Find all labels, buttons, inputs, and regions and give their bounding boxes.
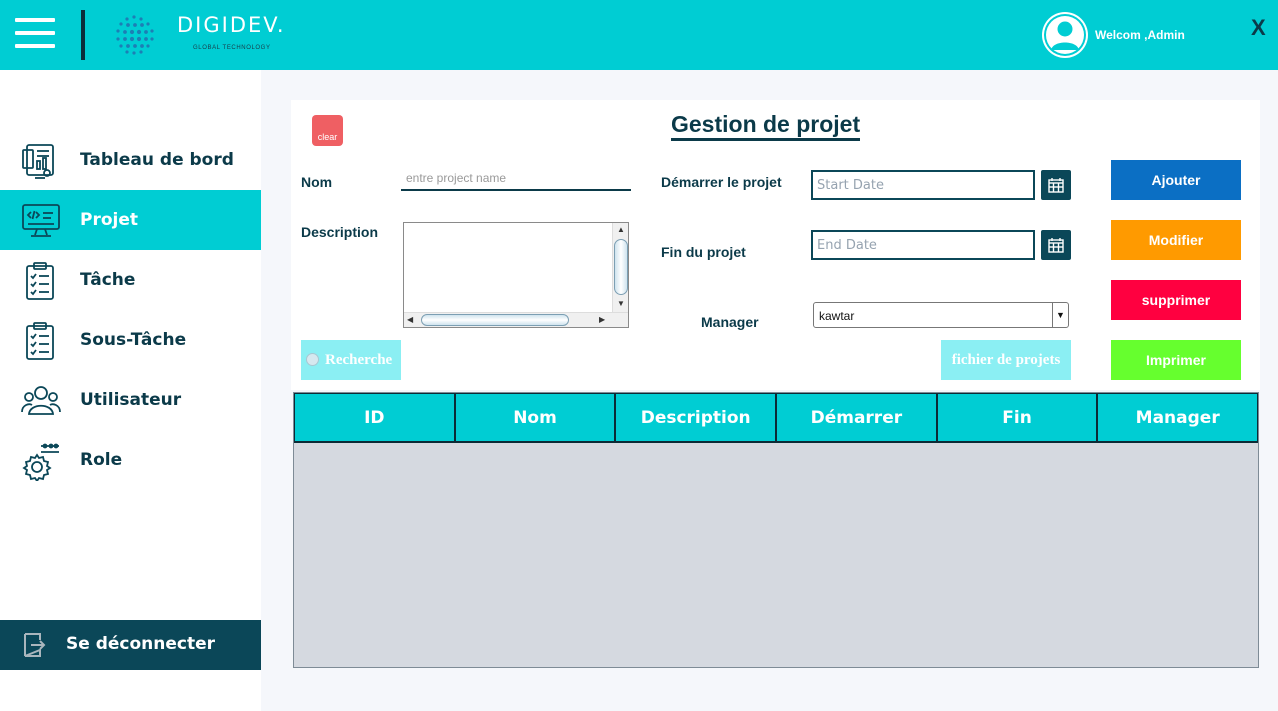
- gear-settings-icon: [22, 443, 59, 481]
- sidebar-item-role[interactable]: Role: [0, 430, 261, 490]
- recherche-label: Recherche: [325, 352, 393, 368]
- imprimer-button[interactable]: Imprimer: [1111, 340, 1241, 380]
- start-calendar-icon[interactable]: [1041, 170, 1071, 200]
- horizontal-scrollbar[interactable]: ◀ ▶: [404, 312, 628, 327]
- logout-icon: [24, 633, 46, 657]
- manager-label: Manager: [701, 314, 759, 330]
- header-divider: [81, 10, 85, 60]
- close-button[interactable]: X: [1251, 15, 1266, 41]
- top-bar: DIGIDEV. GLOBAL TECHNOLOGY Welcom ,Admin…: [0, 0, 1278, 70]
- sidebar-item-utilisateur[interactable]: Utilisateur: [0, 370, 261, 430]
- table-header: ID Nom Description Démarrer Fin Manager: [294, 393, 1259, 443]
- sidebar-item-label: Utilisateur: [80, 390, 182, 410]
- clipboard-checklist-icon: [26, 262, 54, 300]
- scroll-down-icon[interactable]: ▼: [617, 299, 625, 308]
- sidebar: Tableau de bord Projet Tâche Sous-Tâche: [0, 70, 261, 711]
- vertical-scrollbar[interactable]: ▲ ▼: [612, 223, 628, 313]
- sidebar-item-projet[interactable]: Projet: [0, 190, 261, 250]
- end-calendar-icon[interactable]: [1041, 230, 1071, 260]
- column-header-manager[interactable]: Manager: [1097, 393, 1259, 441]
- users-icon: [21, 386, 61, 415]
- sidebar-item-tache[interactable]: Tâche: [0, 250, 261, 310]
- hamburger-menu-icon[interactable]: [15, 18, 55, 48]
- column-header-demarrer[interactable]: Démarrer: [776, 393, 937, 441]
- description-textarea[interactable]: ▲ ▼ ◀ ▶: [403, 222, 629, 328]
- monitor-code-icon: [22, 204, 60, 237]
- scroll-left-icon[interactable]: ◀: [407, 315, 413, 324]
- start-date-input[interactable]: [811, 170, 1035, 200]
- nom-input[interactable]: [401, 167, 631, 191]
- logo: DIGIDEV. GLOBAL TECHNOLOGY: [106, 10, 306, 60]
- page-title: Gestion de projet: [671, 111, 861, 141]
- clipboard-checklist-icon: [26, 322, 54, 360]
- sidebar-item-sous-tache[interactable]: Sous-Tâche: [0, 310, 261, 370]
- column-header-fin[interactable]: Fin: [936, 393, 1098, 441]
- sidebar-item-label: Tableau de bord: [80, 150, 234, 170]
- column-header-id[interactable]: ID: [294, 393, 455, 441]
- logout-label: Se déconnecter: [66, 634, 215, 654]
- manager-selected-value: kawtar: [819, 309, 855, 323]
- magnifier-icon: [306, 353, 319, 366]
- end-date-input[interactable]: [811, 230, 1035, 260]
- clear-button[interactable]: clear: [312, 115, 343, 146]
- recherche-button[interactable]: Recherche: [301, 340, 401, 380]
- horizontal-scroll-thumb[interactable]: [421, 314, 569, 326]
- logout-button[interactable]: Se déconnecter: [0, 620, 261, 670]
- manager-select[interactable]: kawtar ▼: [813, 302, 1069, 328]
- projects-table[interactable]: ID Nom Description Démarrer Fin Manager: [293, 392, 1259, 668]
- column-header-description[interactable]: Description: [615, 393, 777, 441]
- welcome-text: Welcom ,Admin: [1095, 28, 1185, 42]
- ajouter-button[interactable]: Ajouter: [1111, 160, 1241, 200]
- user-avatar-icon[interactable]: [1042, 12, 1088, 58]
- nom-label: Nom: [301, 174, 333, 190]
- end-date-label: Fin du projet: [661, 244, 746, 260]
- start-date-label: Démarrer le projet: [661, 174, 782, 190]
- sidebar-item-label: Sous-Tâche: [80, 330, 187, 350]
- scroll-right-icon[interactable]: ▶: [599, 315, 605, 324]
- dropdown-arrow-icon[interactable]: ▼: [1052, 303, 1068, 327]
- dashboard-icon: [22, 144, 54, 179]
- sidebar-item-label: Projet: [80, 210, 139, 230]
- description-label: Description: [301, 224, 379, 240]
- sidebar-item-label: Role: [80, 450, 123, 470]
- column-header-nom[interactable]: Nom: [454, 393, 616, 441]
- sidebar-item-label: Tâche: [80, 270, 136, 290]
- vertical-scroll-thumb[interactable]: [614, 239, 628, 295]
- sidebar-item-tableau-de-bord[interactable]: Tableau de bord: [0, 130, 261, 190]
- fichier-projets-button[interactable]: fichier de projets: [941, 340, 1071, 380]
- logo-subtitle: GLOBAL TECHNOLOGY: [193, 45, 271, 51]
- globe-logo-icon: [116, 15, 154, 55]
- logo-text: DIGIDEV.: [177, 13, 286, 37]
- scroll-up-icon[interactable]: ▲: [617, 225, 625, 234]
- modifier-button[interactable]: Modifier: [1111, 220, 1241, 260]
- supprimer-button[interactable]: supprimer: [1111, 280, 1241, 320]
